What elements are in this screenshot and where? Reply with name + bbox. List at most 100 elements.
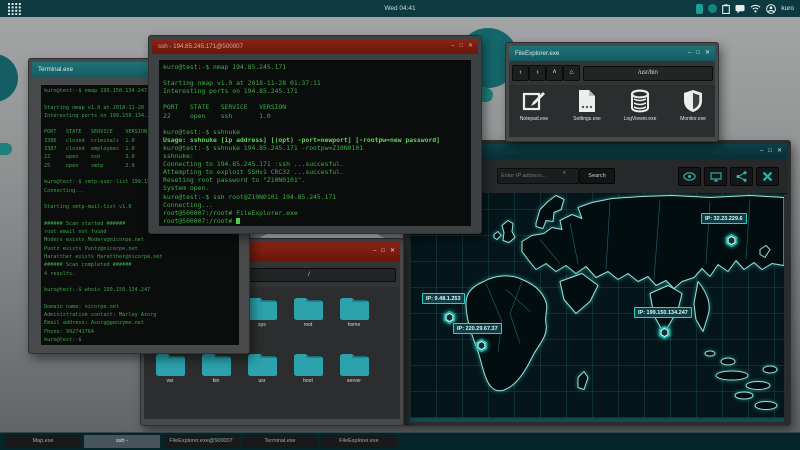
node-hexagon-icon bbox=[475, 338, 487, 352]
app-item[interactable]: Settings.exe bbox=[562, 88, 612, 122]
terminal-line: Connecting... bbox=[163, 200, 214, 209]
ip-label[interactable]: IP: 199.150.134.247 bbox=[634, 307, 692, 318]
up-button[interactable]: ˄ bbox=[546, 65, 563, 81]
accent-square-icon[interactable] bbox=[696, 3, 704, 14]
folder-icon bbox=[294, 354, 323, 376]
chat-icon[interactable] bbox=[735, 4, 745, 14]
file-explorer-window: FileExplorer.exe – □ ✕ ‹ › ˄ ⌂ /usr/bin … bbox=[505, 42, 719, 142]
window-title: ssh - 194.85.245.171@500007 bbox=[158, 43, 244, 50]
map-node-marker[interactable] bbox=[724, 233, 739, 248]
app-item[interactable]: LogViewer.exe bbox=[615, 88, 665, 122]
terminal-line: Haratther exists Haratther@nicorpe.net bbox=[44, 253, 163, 260]
maximize-icon[interactable]: □ bbox=[459, 39, 463, 54]
maximize-icon[interactable]: □ bbox=[696, 46, 700, 61]
minimize-icon[interactable]: – bbox=[688, 46, 691, 61]
close-icon[interactable]: ✕ bbox=[705, 46, 710, 61]
file-explorer-titlebar[interactable]: FileExplorer.exe – □ ✕ bbox=[509, 46, 715, 61]
taskbar-item[interactable]: ssh - bbox=[84, 435, 160, 448]
ssh-output[interactable]: kuro@test:-$ nmap 194.85.245.171 Startin… bbox=[159, 60, 471, 226]
terminal-line: Domain name: nicorpe.net bbox=[44, 303, 119, 310]
terminal-line: PORT STATE SERVICE VERSION bbox=[163, 103, 287, 112]
maximize-icon[interactable]: □ bbox=[768, 144, 772, 159]
file-icon bbox=[579, 90, 595, 112]
search-button[interactable]: Search bbox=[579, 168, 615, 184]
top-bar: Wed 04:41 kuro bbox=[0, 0, 800, 17]
terminal-line: ###### Scan completed ###### bbox=[44, 262, 132, 269]
close-icon[interactable]: ✕ bbox=[777, 144, 782, 159]
ssh-titlebar[interactable]: ssh - 194.85.245.171@500007 – □ ✕ bbox=[152, 39, 478, 54]
ip-label[interactable]: IP: 9.48.1.253 bbox=[422, 293, 465, 304]
taskbar-item[interactable]: Map.exe bbox=[5, 435, 81, 448]
maximize-icon[interactable]: □ bbox=[381, 242, 385, 261]
share-button[interactable] bbox=[730, 167, 753, 186]
user-icon[interactable] bbox=[766, 3, 777, 14]
terminal-line: root@500007:/root# FileExplorer.exe bbox=[163, 208, 298, 217]
minimize-icon[interactable]: – bbox=[760, 144, 763, 159]
folder-item[interactable]: server bbox=[332, 351, 376, 384]
folder-label: home bbox=[347, 322, 361, 328]
folder-icon bbox=[294, 298, 323, 320]
forward-button[interactable]: › bbox=[529, 65, 546, 81]
close-icon[interactable]: ✕ bbox=[390, 242, 395, 261]
map-node-marker[interactable] bbox=[474, 338, 489, 353]
folder-item[interactable]: var bbox=[148, 351, 192, 384]
folder-label: root bbox=[303, 322, 313, 328]
terminal-line: Phone: 992741764 bbox=[44, 328, 94, 335]
taskbar-item[interactable]: Terminal.exe bbox=[242, 435, 318, 448]
map-node-marker[interactable] bbox=[657, 325, 672, 340]
eye-button[interactable] bbox=[678, 167, 701, 186]
clipboard-icon[interactable] bbox=[722, 3, 731, 14]
folder-item[interactable]: root bbox=[286, 295, 330, 328]
file-explorer-toolbar: ‹ › ˄ ⌂ /usr/bin bbox=[509, 61, 715, 85]
app-item[interactable]: Monitor.exe bbox=[668, 88, 715, 122]
terminal-line: Email address: Asorg@genzyme.net bbox=[44, 320, 144, 327]
log-icon bbox=[631, 89, 649, 113]
terminal-line: kuro@test:-$ bbox=[44, 336, 82, 343]
ip-label[interactable]: IP: 220.29.67.37 bbox=[453, 323, 502, 334]
app-label: Settings.exe bbox=[573, 116, 601, 122]
terminal-line: Moders exists Moders@nicorpe.net bbox=[44, 237, 144, 244]
display-button[interactable] bbox=[704, 167, 727, 186]
folder-icon bbox=[248, 298, 277, 320]
eye-icon bbox=[683, 172, 696, 181]
ip-label[interactable]: IP: 32.23.229.6 bbox=[701, 213, 747, 224]
disconnect-button[interactable] bbox=[756, 167, 779, 186]
folder-item[interactable]: bin bbox=[194, 351, 238, 384]
folder-icon bbox=[340, 354, 369, 376]
wifi-icon[interactable] bbox=[750, 4, 761, 13]
minimize-icon[interactable]: – bbox=[451, 39, 454, 54]
file-explorer-content: Notepad.exe Settings.exe LogViewer.exe Moni… bbox=[509, 85, 715, 137]
folder-label: boot bbox=[303, 378, 313, 384]
accent-circle-icon[interactable] bbox=[708, 4, 718, 13]
address-bar[interactable]: /usr/bin bbox=[583, 66, 713, 81]
home-button[interactable]: ⌂ bbox=[563, 65, 580, 81]
display-icon bbox=[709, 171, 722, 182]
wallpaper-pill-left bbox=[0, 143, 12, 155]
terminal-line: Administrative contact: Marley Asorg bbox=[44, 312, 157, 319]
terminal-line: Usage: sshnuke [ip address] [(opt) -port… bbox=[163, 135, 441, 144]
taskbar-item[interactable]: FileExplorer.exe@500007 bbox=[163, 435, 239, 448]
folder-item[interactable]: home bbox=[332, 295, 376, 328]
ip-search-input[interactable] bbox=[497, 168, 579, 184]
taskbar-item[interactable]: FileExplorer.exe bbox=[321, 435, 397, 448]
app-item[interactable]: Notepad.exe bbox=[509, 88, 559, 122]
terminal-line: kuro@test:-$ whois 199.150.134.247 bbox=[44, 287, 151, 294]
minimize-icon[interactable]: – bbox=[373, 242, 376, 261]
terminal-line: Reseting root password to "Z10N0101". bbox=[163, 176, 306, 185]
ssh-window: ssh - 194.85.245.171@500007 – □ ✕ kuro@t… bbox=[148, 35, 482, 234]
app-label: Notepad.exe bbox=[519, 116, 549, 122]
folder-item[interactable]: boot bbox=[286, 351, 330, 384]
username[interactable]: kuro bbox=[781, 5, 794, 12]
folder-item[interactable]: usr bbox=[240, 351, 284, 384]
back-button[interactable]: ‹ bbox=[512, 65, 529, 81]
terminal-line: Puntz exists Puntz@nicorpe.net bbox=[44, 245, 138, 252]
app-label: LogViewer.exe bbox=[623, 116, 657, 122]
terminal-line: sshnuke: bbox=[163, 152, 194, 161]
folder-icon bbox=[156, 354, 185, 376]
terminal-line: root@500007:/root# bbox=[163, 217, 471, 225]
close-icon[interactable]: ✕ bbox=[468, 39, 473, 54]
x-icon bbox=[762, 171, 773, 182]
